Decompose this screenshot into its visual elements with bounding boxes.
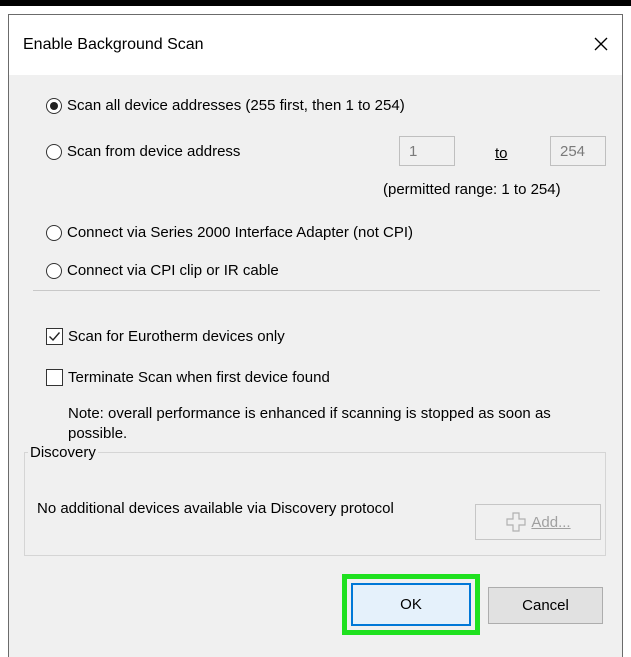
dialog-title: Enable Background Scan xyxy=(23,36,204,53)
to-address-field[interactable]: 254 xyxy=(550,136,606,166)
add-button-label: Add... xyxy=(531,513,571,531)
terminate-checkbox-label: Terminate Scan when first device found xyxy=(68,369,330,386)
radio-scan-all-label: Scan all device addresses (255 first, th… xyxy=(67,97,405,114)
eurotherm-checkbox[interactable] xyxy=(46,328,63,345)
background-strip xyxy=(0,0,631,6)
radio-series2000-label: Connect via Series 2000 Interface Adapte… xyxy=(67,224,414,241)
checkbox-terminate-first[interactable]: Terminate Scan when first device found xyxy=(46,369,330,386)
separator xyxy=(33,290,600,291)
radio-scan-from-button[interactable] xyxy=(46,143,62,160)
radio-cpi-clip[interactable]: Connect via CPI clip or IR cable xyxy=(46,262,279,279)
close-button[interactable] xyxy=(586,29,616,59)
title-bar: Enable Background Scan xyxy=(9,15,622,75)
radio-scan-all-button[interactable] xyxy=(46,97,62,114)
radio-scan-all[interactable]: Scan all device addresses (255 first, th… xyxy=(46,97,405,114)
terminate-checkbox[interactable] xyxy=(46,369,63,386)
cancel-button[interactable]: Cancel xyxy=(488,587,603,624)
performance-note: Note: overall performance is enhanced if… xyxy=(68,405,551,442)
range-note: (permitted range: 1 to 254) xyxy=(383,181,561,198)
cancel-button-label: Cancel xyxy=(522,597,569,614)
radio-series2000-button[interactable] xyxy=(46,224,62,241)
checkbox-eurotherm-only[interactable]: Scan for Eurotherm devices only xyxy=(46,328,285,345)
eurotherm-checkbox-label: Scan for Eurotherm devices only xyxy=(68,328,285,345)
radio-cpi-clip-button[interactable] xyxy=(46,262,62,279)
radio-cpi-clip-label: Connect via CPI clip or IR cable xyxy=(67,262,279,279)
ok-button[interactable]: OK xyxy=(351,583,471,626)
radio-scan-from-label: Scan from device address xyxy=(67,143,241,160)
discovery-legend: Discovery xyxy=(28,444,98,461)
discovery-message: No additional devices available via Disc… xyxy=(37,500,394,517)
checkmark-icon xyxy=(49,332,61,342)
from-address-field[interactable]: 1 xyxy=(399,136,455,166)
to-label: to xyxy=(495,145,508,162)
radio-scan-from[interactable]: Scan from device address xyxy=(46,143,240,160)
add-button[interactable]: Add... xyxy=(475,504,601,540)
add-device-icon xyxy=(506,512,526,532)
ok-button-label: OK xyxy=(400,596,422,613)
close-icon xyxy=(594,37,608,51)
radio-series2000[interactable]: Connect via Series 2000 Interface Adapte… xyxy=(46,224,413,241)
